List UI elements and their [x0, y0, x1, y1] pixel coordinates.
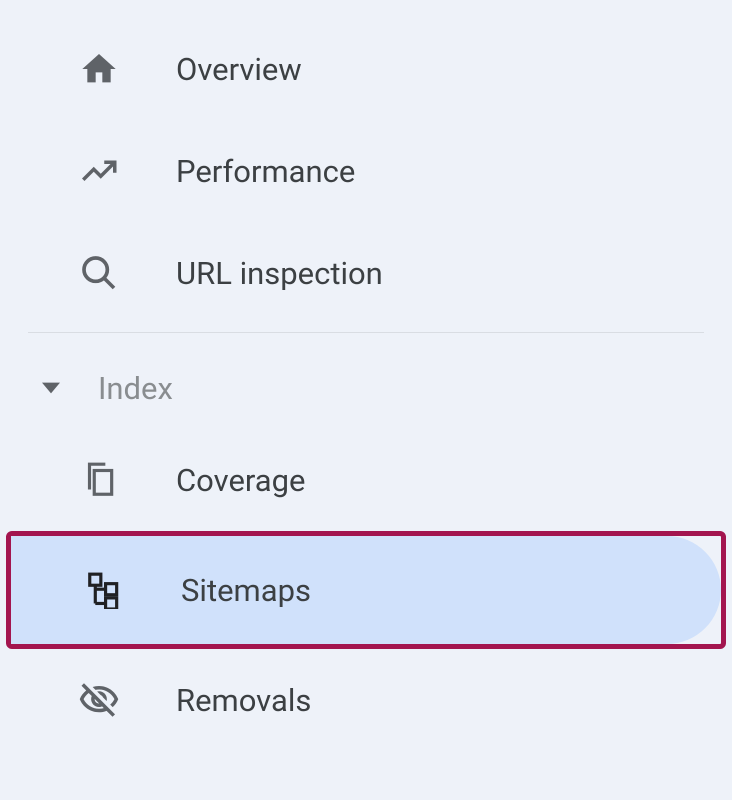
sidebar: Overview Performance URL inspection Inde… [0, 0, 732, 800]
section-label: Index [98, 370, 173, 407]
trending-up-icon [78, 150, 120, 192]
sidebar-item-label: URL inspection [176, 255, 383, 292]
sidebar-item-label: Performance [176, 153, 355, 190]
sidebar-item-label: Sitemaps [181, 572, 311, 609]
section-header-index[interactable]: Index [0, 347, 732, 429]
sidebar-item-removals[interactable]: Removals [0, 649, 732, 751]
copy-icon [78, 459, 120, 501]
divider [28, 332, 704, 333]
sidebar-item-label: Removals [176, 682, 311, 719]
sidebar-item-coverage[interactable]: Coverage [0, 429, 732, 531]
sidebar-item-performance[interactable]: Performance [0, 120, 732, 222]
search-icon [78, 252, 120, 294]
sidebar-item-label: Coverage [176, 462, 306, 499]
highlight-annotation: Sitemaps [6, 531, 726, 649]
sidebar-item-label: Overview [176, 51, 302, 88]
sitemap-icon [83, 569, 125, 611]
sidebar-item-url-inspection[interactable]: URL inspection [0, 222, 732, 324]
visibility-off-icon [78, 679, 120, 721]
sidebar-item-sitemaps[interactable]: Sitemaps [11, 536, 721, 644]
chevron-down-icon [40, 377, 62, 399]
home-icon [78, 48, 120, 90]
sidebar-item-overview[interactable]: Overview [0, 18, 732, 120]
